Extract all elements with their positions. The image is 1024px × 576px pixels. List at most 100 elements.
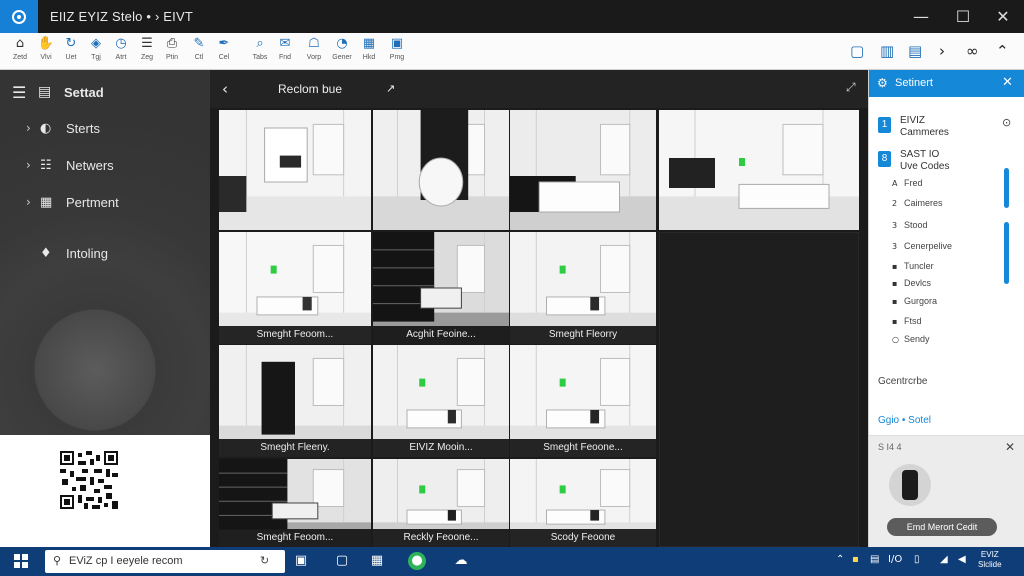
camera-tile-tv-room[interactable]: [659, 110, 859, 230]
panel-list-item[interactable]: ▪ Devlcs: [892, 278, 931, 288]
panel-list-item[interactable]: 3 Stood: [892, 220, 928, 230]
sidebar-item-intoling[interactable]: ♦ Intoling: [40, 243, 108, 263]
camera-tile-lounge[interactable]: Reckly Feoone...: [373, 459, 509, 547]
tool-gauge-button[interactable]: ◔ Gener: [329, 36, 355, 68]
folder-icon[interactable]: ▪: [852, 554, 859, 565]
network-tray-icon[interactable]: ▤: [870, 554, 879, 565]
network-icon: ☷: [40, 157, 52, 173]
tool-search-button[interactable]: ⌕ Tabs: [247, 36, 273, 68]
status-icon: ◐: [40, 120, 52, 136]
grid-icon: ▦: [362, 36, 376, 51]
panel-list-item[interactable]: 3 Cenerpelive: [892, 241, 952, 251]
list-bullet: ▪: [892, 317, 898, 326]
panel-list-item[interactable]: ○ Sendy: [892, 334, 930, 344]
camera-tile-bedroom-dark[interactable]: [510, 110, 656, 230]
menu-icon[interactable]: ☰: [12, 83, 38, 102]
collapse-up-icon[interactable]: ⌃: [996, 42, 1009, 60]
empty-camera-slot: [659, 232, 859, 547]
panel-list-item[interactable]: ▪ Tuncler: [892, 261, 934, 271]
tool-pen-button[interactable]: ✒ Cel: [211, 36, 237, 68]
panel-list-item[interactable]: ▪ Ftsd: [892, 316, 922, 326]
tool-hand-button[interactable]: ✋ Vlvi: [33, 36, 59, 68]
tool-layers-button[interactable]: ☰ Zeg: [134, 36, 160, 68]
right-panel: ⚙ Setinert ✕ 1 EIVIZ Cammeres ⊙ 8 SAST I…: [868, 70, 1024, 547]
chevron-right-icon: ›: [26, 158, 31, 172]
back-arrow-icon[interactable]: ‹: [222, 80, 228, 98]
panel-list-item[interactable]: 2 Caimeres: [892, 198, 943, 208]
info-icon[interactable]: ⊙: [1002, 116, 1011, 129]
image-icon: ▣: [390, 36, 404, 51]
tool-label: Zetd: [12, 54, 27, 61]
tool-refresh-button[interactable]: ↻ Uet: [58, 36, 84, 68]
tag-icon: ◈: [91, 36, 101, 51]
sidebar-item-department[interactable]: › ▦ Pertment: [26, 192, 119, 212]
search-icon: ⌕: [256, 36, 264, 51]
maximize-button[interactable]: ☐: [942, 0, 984, 33]
tool-clock-button[interactable]: ◷ Atrt: [108, 36, 134, 68]
scrollbar-thumb[interactable]: [1004, 168, 1009, 208]
camera-tile-living[interactable]: [219, 110, 371, 230]
glasses-icon[interactable]: ∞: [966, 42, 979, 60]
refresh-icon[interactable]: ↻: [260, 554, 269, 567]
camera-caption: Scody Feoone: [510, 529, 656, 547]
sidebar-item-label: Netwers: [66, 157, 114, 173]
panel-list-item[interactable]: A Fred: [892, 178, 923, 188]
close-card-icon[interactable]: ✕: [1005, 440, 1015, 454]
scrollbar-thumb[interactable]: [1004, 222, 1009, 284]
right-panel-header: ⚙ Setinert ✕: [869, 70, 1024, 97]
taskbar-app-window-icon[interactable]: ▢: [333, 552, 351, 570]
tool-home-button[interactable]: ⌂ Zetd: [7, 36, 33, 68]
tool-tag-button[interactable]: ◈ Tgj: [83, 36, 109, 68]
display-icon[interactable]: ▯: [914, 554, 920, 565]
list-item-label: Cenerpelive: [904, 241, 953, 251]
sidebar-item-network[interactable]: › ☷ Netwers: [26, 155, 114, 175]
sidebar-item-status[interactable]: › ◐ Sterts: [26, 118, 100, 138]
category-cameras[interactable]: 1 EIVIZ Cammeres ⊙: [878, 115, 1018, 139]
camera-tile-bookshelf[interactable]: Smeght Feoom...: [219, 459, 371, 547]
taskbar-app-messages-icon[interactable]: ☁: [452, 552, 470, 570]
camera-caption: Smeght Feoom...: [219, 529, 371, 547]
list-item-label: Gurgora: [904, 296, 938, 306]
camera-tile-library[interactable]: Acghit Feoine...: [373, 232, 509, 344]
home-icon: ⌂: [15, 36, 25, 51]
camera-tile-suite[interactable]: Scody Feoone: [510, 459, 656, 547]
list-item-label: Devlcs: [904, 278, 932, 288]
close-button[interactable]: ✕: [982, 0, 1024, 33]
category-label: EIVIZ Cammeres: [900, 115, 949, 138]
tool-edit-button[interactable]: ✎ Ctl: [186, 36, 212, 68]
camera-tile-hallway[interactable]: Smeght Fleorry: [510, 232, 656, 344]
taskbar-app-calendar-icon[interactable]: ▦: [368, 552, 386, 570]
gauge-icon: ◔: [336, 36, 348, 51]
camera-tile-white-room[interactable]: Smeght Feoom...: [219, 232, 371, 344]
chevron-up-icon[interactable]: ⌃: [836, 554, 844, 565]
close-panel-icon[interactable]: ✕: [1002, 75, 1013, 90]
camera-tile-chair[interactable]: [373, 110, 509, 230]
file-icon[interactable]: ▢: [850, 42, 864, 60]
taskbar-app-store-icon[interactable]: ▣: [292, 552, 310, 570]
camera-tile-fridge[interactable]: Smeght Fleeny.: [219, 345, 371, 457]
minimize-button[interactable]: —: [900, 0, 942, 33]
tool-shield-button[interactable]: ☖ Vorp: [301, 36, 327, 68]
camera-tile-bedroom-2[interactable]: EIVIZ Mooin...: [373, 345, 509, 457]
book-icon[interactable]: ▥: [880, 42, 894, 60]
tool-print-button[interactable]: ⎙ Ptin: [159, 36, 185, 68]
taskbar-search-input[interactable]: ⚲ EViZ cp I eeyele recom ↻: [45, 550, 285, 573]
tool-grid-button[interactable]: ▦ Hkd: [356, 36, 382, 68]
taskbar-app-chat-icon[interactable]: ●: [408, 552, 426, 570]
open-icon[interactable]: ↗: [386, 82, 395, 95]
windows-start-icon[interactable]: [14, 554, 28, 568]
camera-action-button[interactable]: Emd Merort Cedit: [887, 518, 997, 536]
camera-label: S I4 4: [878, 442, 902, 452]
doc-icon[interactable]: ▤: [908, 42, 922, 60]
tool-image-button[interactable]: ▣ Pmg: [384, 36, 410, 68]
expand-icon[interactable]: ⤢: [846, 80, 856, 95]
section-link[interactable]: Ggio • Sotel: [878, 415, 931, 426]
tool-chat-button[interactable]: ✉ Fnd: [272, 36, 298, 68]
category-live-codes[interactable]: 8 SAST IO Uve Codes: [878, 149, 1018, 173]
list-bullet: 2: [892, 199, 898, 208]
camera-tile-bedroom-3[interactable]: Smeght Feoone...: [510, 345, 656, 457]
volume-icon[interactable]: ◀: [958, 554, 966, 565]
panel-list-item[interactable]: ▪ Gurgora: [892, 296, 937, 306]
chevron-right-icon[interactable]: ›: [939, 42, 945, 60]
wifi-icon[interactable]: ◢: [940, 554, 948, 565]
